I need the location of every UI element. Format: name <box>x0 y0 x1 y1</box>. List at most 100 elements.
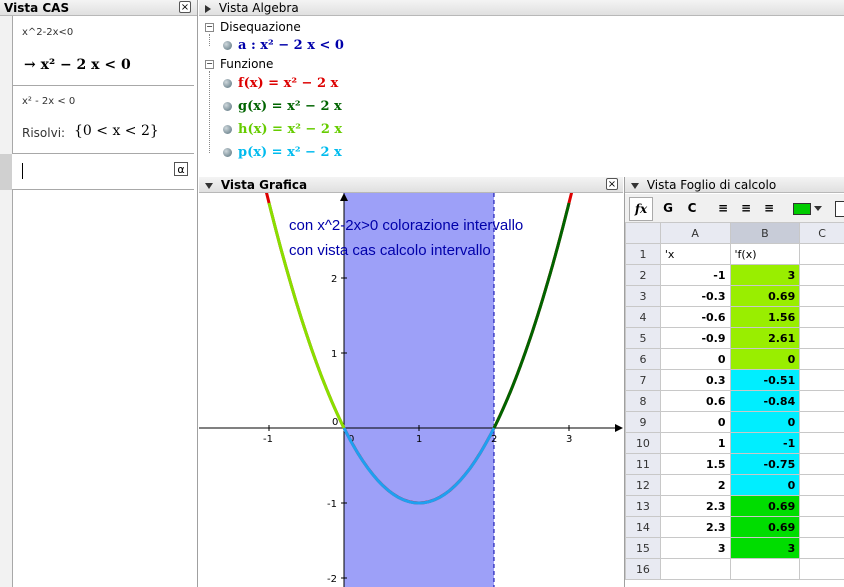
visibility-dot-icon[interactable] <box>223 41 232 50</box>
collapse-arrow-icon[interactable] <box>205 4 211 13</box>
border-button[interactable] <box>835 201 844 217</box>
align-right-icon[interactable]: ≡ <box>761 197 777 219</box>
cell-c[interactable] <box>799 369 844 391</box>
cell-b[interactable]: -0.75 <box>729 453 801 475</box>
algebra-item-f[interactable]: f(x) = x² − 2 x <box>223 76 338 91</box>
cell-c[interactable] <box>799 264 844 286</box>
row-number[interactable]: 5 <box>625 327 661 349</box>
cell-a[interactable]: -1 <box>659 264 731 286</box>
cell-c[interactable] <box>799 390 844 412</box>
visibility-dot-icon[interactable] <box>223 125 232 134</box>
cell-b[interactable]: 2.61 <box>729 327 801 349</box>
cell-a[interactable]: 0.6 <box>659 390 731 412</box>
cell-a[interactable]: 1.5 <box>659 453 731 475</box>
row-number[interactable]: 12 <box>625 474 661 496</box>
cell-c[interactable] <box>799 348 844 370</box>
cell-c[interactable] <box>799 285 844 307</box>
cell-a[interactable]: 0 <box>659 411 731 433</box>
cell-a[interactable]: 2 <box>659 474 731 496</box>
visibility-dot-icon[interactable] <box>223 102 232 111</box>
cell-b[interactable]: 0 <box>729 348 801 370</box>
bold-button[interactable]: G <box>659 197 677 219</box>
row-number[interactable]: 1 <box>625 243 661 265</box>
cell-c[interactable] <box>799 306 844 328</box>
visibility-dot-icon[interactable] <box>223 79 232 88</box>
cell-a[interactable]: 3 <box>659 537 731 559</box>
algebra-item-g[interactable]: g(x) = x² − 2 x <box>223 99 342 114</box>
collapse-toggle-icon[interactable]: − <box>205 60 214 69</box>
algebra-item-h[interactable]: h(x) = x² − 2 x <box>223 122 342 137</box>
cell-a[interactable]: 2.3 <box>659 516 731 538</box>
cell-b[interactable]: -0.84 <box>729 390 801 412</box>
row-number[interactable]: 7 <box>625 369 661 391</box>
cell-a[interactable]: 1 <box>659 432 731 454</box>
cas-active-input[interactable] <box>22 163 163 179</box>
row-number[interactable]: 2 <box>625 264 661 286</box>
chevron-down-icon[interactable] <box>814 206 822 211</box>
cell-b[interactable] <box>729 558 801 580</box>
cell-b[interactable]: 1.56 <box>729 306 801 328</box>
cell-c[interactable] <box>799 411 844 433</box>
algebra-item-a[interactable]: a : x² − 2 x < 0 <box>223 38 344 53</box>
cell-b[interactable]: 0.69 <box>729 516 801 538</box>
algebra-group-funzione[interactable]: − Funzione <box>205 57 273 71</box>
cell-b[interactable]: -0.51 <box>729 369 801 391</box>
column-header-a[interactable]: A <box>659 222 731 244</box>
cell-b[interactable]: -1 <box>729 432 801 454</box>
collapse-arrow-icon[interactable] <box>631 182 639 189</box>
close-icon[interactable]: × <box>606 178 618 190</box>
graphics-canvas[interactable]: -1 0 1 2 3 2 1 0 -1 -2 con x^2-2x>0 colo… <box>199 193 623 587</box>
cell-b[interactable]: 0 <box>729 474 801 496</box>
row-number[interactable]: 13 <box>625 495 661 517</box>
cell-c[interactable] <box>799 537 844 559</box>
cas-cell-1[interactable]: x^2-2x<0 → x² − 2 x < 0 <box>12 17 194 86</box>
cell-a[interactable]: 2.3 <box>659 495 731 517</box>
cell-b[interactable]: 3 <box>729 537 801 559</box>
row-number[interactable]: 9 <box>625 411 661 433</box>
cell-a[interactable]: -0.9 <box>659 327 731 349</box>
row-number[interactable]: 14 <box>625 516 661 538</box>
row-number[interactable]: 6 <box>625 348 661 370</box>
column-header-b[interactable]: B <box>729 222 801 244</box>
cell-c[interactable] <box>799 432 844 454</box>
cell-a[interactable]: -0.6 <box>659 306 731 328</box>
cell-c[interactable] <box>799 495 844 517</box>
align-center-icon[interactable]: ≡ <box>738 197 754 219</box>
fx-button[interactable]: fx <box>629 197 653 221</box>
close-icon[interactable]: × <box>179 1 191 13</box>
row-number[interactable]: 10 <box>625 432 661 454</box>
background-color-button[interactable] <box>793 203 811 215</box>
row-number[interactable]: 4 <box>625 306 661 328</box>
row-number[interactable]: 11 <box>625 453 661 475</box>
cell-b[interactable]: 'f(x) <box>729 243 801 265</box>
column-header-c[interactable]: C <box>799 222 844 244</box>
algebra-item-p[interactable]: p(x) = x² − 2 x <box>223 145 342 160</box>
row-number[interactable]: 8 <box>625 390 661 412</box>
cell-a[interactable]: 0.3 <box>659 369 731 391</box>
cell-c[interactable] <box>799 243 844 265</box>
cell-c[interactable] <box>799 327 844 349</box>
algebra-group-disequazione[interactable]: − Disequazione <box>205 20 301 34</box>
cas-cell-2[interactable]: x² - 2x < 0 Risolvi: {0 < x < 2} <box>12 86 194 154</box>
cell-c[interactable] <box>799 558 844 580</box>
spreadsheet-grid[interactable]: A B C 1'x'f(x) 2 -1 3 3 -0.3 0.69 4 -0.6 1.56 5 -0.… <box>625 222 844 580</box>
cell-c[interactable] <box>799 474 844 496</box>
row-number[interactable]: 3 <box>625 285 661 307</box>
row-number[interactable]: 15 <box>625 537 661 559</box>
row-number[interactable]: 16 <box>625 558 661 580</box>
corner-cell[interactable] <box>625 222 661 244</box>
cell-b[interactable]: 0.69 <box>729 285 801 307</box>
visibility-dot-icon[interactable] <box>223 148 232 157</box>
cell-c[interactable] <box>799 453 844 475</box>
cell-c[interactable] <box>799 516 844 538</box>
cell-b[interactable]: 3 <box>729 264 801 286</box>
cell-a[interactable]: -0.3 <box>659 285 731 307</box>
cell-b[interactable]: 0 <box>729 411 801 433</box>
cas-cell-active[interactable]: α <box>12 154 194 190</box>
cell-b[interactable]: 0.69 <box>729 495 801 517</box>
alpha-button[interactable]: α <box>174 162 188 176</box>
collapse-toggle-icon[interactable]: − <box>205 23 214 32</box>
cell-a[interactable] <box>659 558 731 580</box>
cell-a[interactable]: 0 <box>659 348 731 370</box>
cell-a[interactable]: 'x <box>659 243 731 265</box>
